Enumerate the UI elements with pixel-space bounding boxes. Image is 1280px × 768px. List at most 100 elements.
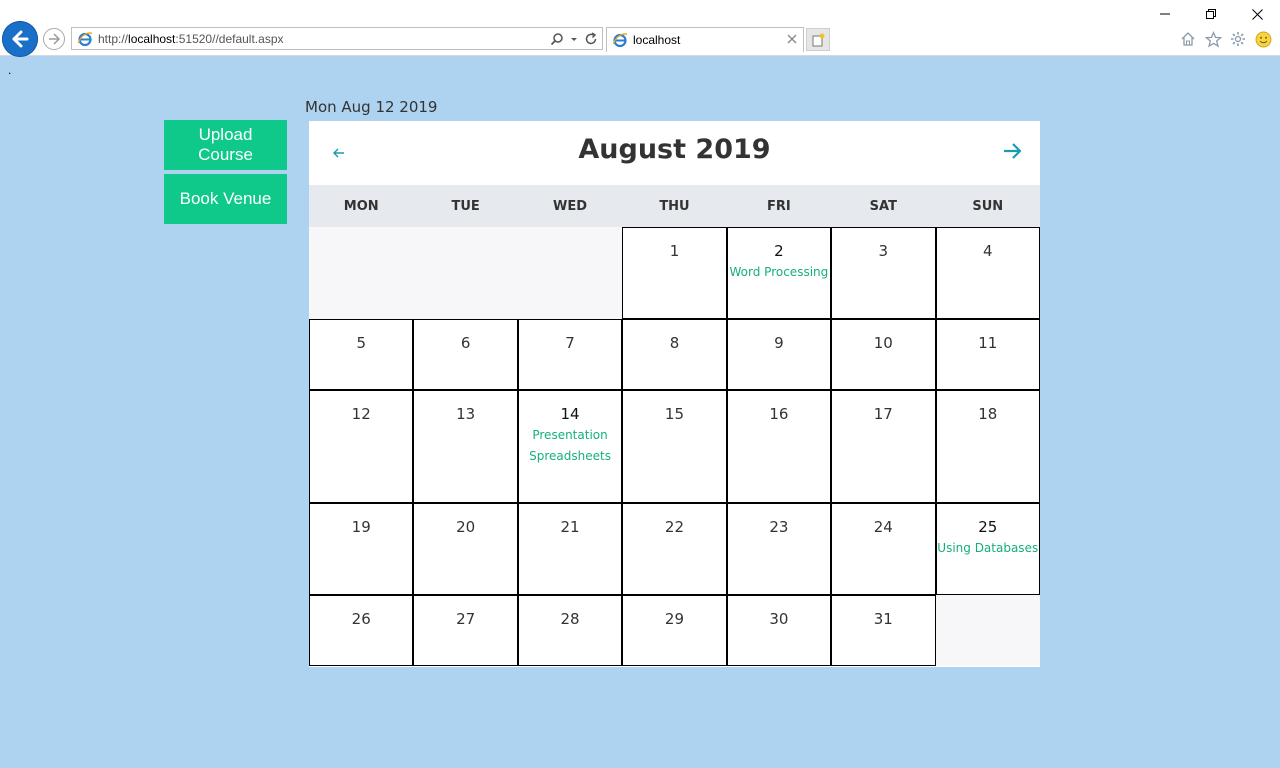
smiley-icon [1255, 31, 1271, 47]
back-button[interactable] [2, 21, 38, 57]
day-cell-15[interactable]: 15 [622, 390, 727, 503]
dropdown-icon[interactable] [570, 32, 578, 46]
day-cell-12[interactable]: 12 [309, 390, 414, 503]
browser-chrome: http://localhost:51520//default.aspx loc… [0, 0, 1280, 57]
empty-day-cell [309, 227, 414, 319]
address-bar[interactable]: http://localhost:51520//default.aspx [71, 27, 603, 50]
restore-button[interactable] [1188, 0, 1234, 28]
day-cell-18[interactable]: 18 [935, 390, 1040, 503]
weekday-thu: THU [659, 198, 690, 214]
weekday-wed: WED [553, 198, 588, 214]
day-number: 31 [873, 610, 893, 628]
day-number: 7 [565, 334, 575, 352]
day-cell-16[interactable]: 16 [726, 390, 832, 503]
new-tab-button[interactable] [806, 28, 830, 51]
empty-day-cell [517, 227, 623, 319]
day-number: 23 [769, 518, 789, 536]
day-cell-13[interactable]: 13 [413, 390, 518, 503]
weekday-tue: TUE [451, 198, 480, 214]
day-cell-31[interactable]: 31 [831, 595, 936, 666]
day-cell-23[interactable]: 23 [726, 503, 832, 595]
day-number: 25 [978, 518, 998, 536]
day-cell-10[interactable]: 10 [831, 319, 936, 390]
week-row: 12 13 14 Presentation Spreadsheets 15 16 17 18 [309, 390, 1040, 503]
close-icon [787, 34, 797, 44]
day-cell-11[interactable]: 11 [935, 319, 1040, 390]
minimize-icon [1160, 13, 1170, 15]
month-title: August 2019 [578, 134, 771, 165]
day-cell-4[interactable]: 4 [935, 227, 1040, 319]
day-cell-19[interactable]: 19 [309, 503, 414, 595]
day-cell-26[interactable]: 26 [309, 595, 414, 666]
weekday-mon: MON [343, 198, 379, 214]
ie-logo-icon [77, 31, 93, 46]
calendar-event[interactable]: Word Processing [728, 264, 830, 281]
new-tab-icon [812, 33, 825, 46]
calendar-event[interactable]: Using Databases [937, 540, 1039, 557]
calendar-event[interactable]: Spreadsheets [519, 448, 621, 465]
day-number: 22 [664, 518, 685, 536]
search-icon[interactable] [550, 32, 564, 46]
day-number: 9 [774, 334, 784, 352]
day-cell-20[interactable]: 20 [413, 503, 518, 595]
day-number: 15 [664, 405, 685, 423]
day-cell-29[interactable]: 29 [622, 595, 727, 666]
day-cell-3[interactable]: 3 [831, 227, 936, 319]
restore-icon [1206, 9, 1216, 19]
favorites-button[interactable] [1204, 30, 1222, 48]
day-number: 8 [669, 334, 680, 352]
current-date: Mon Aug 12 2019 [305, 98, 438, 116]
week-row: 1 2 Word Processing 3 4 [309, 227, 1040, 319]
day-number: 12 [351, 405, 371, 423]
day-number: 5 [356, 334, 366, 352]
day-cell-8[interactable]: 8 [622, 319, 727, 390]
day-number: 18 [978, 405, 998, 423]
home-icon [1181, 32, 1195, 46]
minimize-button[interactable] [1142, 0, 1188, 28]
stray-dot: . [8, 63, 12, 77]
weekday-sun: SUN [972, 198, 1004, 214]
day-cell-24[interactable]: 24 [831, 503, 936, 595]
day-cell-5[interactable]: 5 [309, 319, 414, 390]
star-icon [1204, 30, 1222, 47]
day-cell-28[interactable]: 28 [517, 595, 623, 666]
next-month-button[interactable] [1000, 139, 1024, 163]
settings-button[interactable] [1229, 30, 1247, 48]
tab-close-button[interactable] [785, 32, 799, 46]
tab-title: localhost [633, 33, 681, 47]
day-cell-1[interactable]: 1 [622, 227, 727, 319]
day-cell-6[interactable]: 6 [413, 319, 518, 390]
day-cell-30[interactable]: 30 [726, 595, 832, 666]
day-cell-27[interactable]: 27 [413, 595, 518, 666]
day-cell-21[interactable]: 21 [517, 503, 623, 595]
calendar-event[interactable]: Presentation [519, 427, 621, 444]
day-number: 14 [560, 405, 580, 423]
home-button[interactable] [1179, 30, 1197, 48]
upload-course-button[interactable]: Upload Course [164, 120, 287, 170]
close-window-button[interactable] [1234, 0, 1280, 28]
day-cell-7[interactable]: 7 [517, 319, 623, 390]
day-cell-17[interactable]: 17 [831, 390, 936, 503]
refresh-icon[interactable] [584, 32, 598, 46]
calendar: August 2019 MON TUE WED THU FRI SAT SUN 1 2 Word… [309, 121, 1040, 667]
day-cell-22[interactable]: 22 [622, 503, 727, 595]
day-number: 30 [769, 610, 789, 628]
feedback-button[interactable] [1254, 30, 1272, 48]
day-number: 19 [351, 518, 371, 536]
book-venue-button[interactable]: Book Venue [164, 174, 287, 224]
day-number: 2 [774, 242, 784, 260]
calendar-grid: 1 2 Word Processing 3 4 5 6 7 8 9 10 11 12 13 14 Presen… [309, 227, 1040, 666]
ie-logo-icon [612, 33, 628, 48]
weekday-header-row: MON TUE WED THU FRI SAT SUN [309, 185, 1040, 227]
browser-tab[interactable]: localhost [606, 27, 804, 52]
day-cell-25[interactable]: 25 Using Databases [935, 503, 1040, 595]
day-number: 29 [664, 610, 685, 628]
day-cell-14[interactable]: 14 Presentation Spreadsheets [517, 390, 623, 503]
day-cell-9[interactable]: 9 [726, 319, 832, 390]
back-arrow-icon [12, 30, 29, 48]
close-icon [1251, 8, 1263, 20]
day-cell-2[interactable]: 2 Word Processing [726, 227, 832, 319]
day-number: 24 [873, 518, 893, 536]
day-number: 17 [873, 405, 893, 423]
forward-button[interactable] [43, 28, 65, 50]
